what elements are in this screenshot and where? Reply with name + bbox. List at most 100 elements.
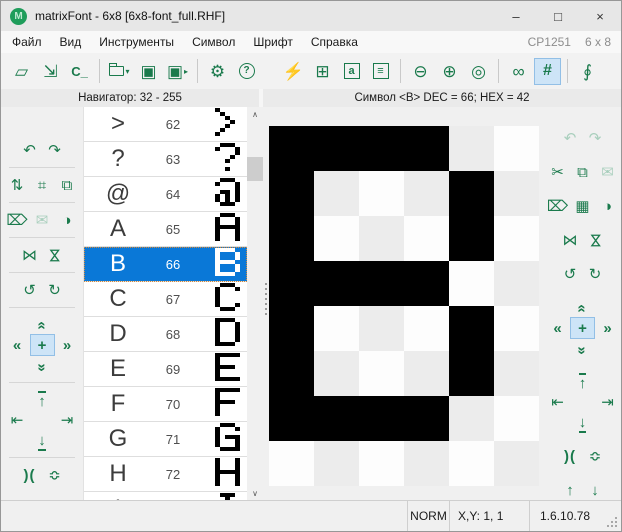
invert-button[interactable]: ◑ — [55, 209, 80, 231]
shift-right-button[interactable]: » — [595, 317, 620, 339]
cut-button[interactable]: ✂ — [545, 161, 570, 183]
pixel-cell[interactable] — [314, 396, 359, 441]
scroll-up-icon[interactable]: ∧ — [247, 107, 263, 121]
align-right-button[interactable]: ⇥ — [55, 409, 80, 431]
pixel-cell[interactable] — [269, 306, 314, 351]
align-bottom-button[interactable]: ↓ — [30, 431, 55, 453]
shift-left-button[interactable]: « — [5, 334, 30, 356]
save-as-button[interactable]: ▣▸ — [164, 58, 191, 85]
pixel-cell[interactable] — [404, 126, 449, 171]
char-list-scrollbar[interactable]: ∧ ∨ — [247, 107, 263, 500]
pixel-cell[interactable] — [269, 351, 314, 396]
shift-right-button[interactable]: » — [55, 334, 80, 356]
char-row-73[interactable]: I73 — [84, 492, 247, 500]
clear-button[interactable]: ⌦ — [545, 195, 570, 217]
import-font-button[interactable]: ⇲ — [37, 58, 64, 85]
char-row-69[interactable]: E69 — [84, 352, 247, 387]
settings-button[interactable]: ⚙ — [204, 58, 231, 85]
shift-up-button[interactable]: « — [570, 297, 595, 319]
char-row-67[interactable]: C67 — [84, 282, 247, 317]
minimize-button[interactable]: – — [495, 1, 537, 31]
scrollbar-thumb[interactable] — [247, 157, 263, 181]
char-map-button[interactable]: ⊞ — [309, 58, 336, 85]
maximize-button[interactable]: □ — [537, 1, 579, 31]
undo-button[interactable]: ↶ — [17, 139, 42, 161]
next-char-button[interactable]: ↓ — [583, 479, 608, 501]
pixel-cell[interactable] — [314, 306, 359, 351]
copy-button[interactable]: ⧉ — [570, 161, 595, 183]
pixel-cell[interactable] — [404, 351, 449, 396]
align-top-button[interactable]: ↑ — [30, 389, 55, 411]
optimize-button[interactable]: ⚡ — [280, 58, 307, 85]
align-left-button[interactable]: ⇤ — [545, 391, 570, 413]
pixel-cell[interactable] — [494, 216, 539, 261]
flip-horizontal-button[interactable]: ⋈ — [17, 244, 42, 266]
flip-horizontal-button[interactable]: ⋈ — [558, 229, 583, 251]
char-row-68[interactable]: D68 — [84, 317, 247, 352]
pixel-cell[interactable] — [314, 171, 359, 216]
pixel-cell[interactable] — [449, 216, 494, 261]
code-view-button[interactable]: a — [338, 58, 365, 85]
pixel-cell[interactable] — [359, 351, 404, 396]
pixel-cell[interactable] — [494, 126, 539, 171]
redo-button[interactable]: ↷ — [42, 139, 67, 161]
move-mode-button[interactable]: + — [30, 334, 55, 356]
attach-button[interactable]: ∮ — [574, 58, 601, 85]
redo-button[interactable]: ↷ — [583, 127, 608, 149]
pixel-cell[interactable] — [404, 261, 449, 306]
menu-item-tools[interactable]: Инструменты — [90, 33, 183, 51]
pixel-cell[interactable] — [314, 126, 359, 171]
paste-button[interactable]: ✉ — [30, 209, 55, 231]
zoom-out-button[interactable]: ⊖ — [407, 58, 434, 85]
menu-item-help[interactable]: Справка — [302, 33, 367, 51]
pixel-cell[interactable] — [269, 261, 314, 306]
rotate-right-button[interactable]: ↻ — [583, 263, 608, 285]
pixel-cell[interactable] — [449, 396, 494, 441]
pixel-cell[interactable] — [449, 441, 494, 486]
zoom-in-button[interactable]: ⊕ — [436, 58, 463, 85]
char-height-button[interactable]: ⇅ — [5, 174, 30, 196]
char-row-72[interactable]: H72 — [84, 457, 247, 492]
new-font-button[interactable]: ▱ — [8, 58, 35, 85]
pixel-cell[interactable] — [314, 216, 359, 261]
char-row-62[interactable]: >62 — [84, 107, 247, 142]
pixel-cell[interactable] — [449, 171, 494, 216]
resize-grip[interactable] — [615, 525, 617, 527]
prev-char-button[interactable]: ↑ — [558, 479, 583, 501]
help-button[interactable]: ? — [233, 58, 260, 85]
align-top-button[interactable]: ↑ — [570, 371, 595, 393]
flip-vertical-button[interactable]: ⋈ — [42, 244, 67, 266]
new-from-system-font-button[interactable]: C_ — [66, 58, 93, 85]
scroll-down-icon[interactable]: ∨ — [247, 486, 263, 500]
pixel-cell[interactable] — [449, 126, 494, 171]
crop-button[interactable]: ⌗ — [30, 174, 55, 196]
pixel-cell[interactable] — [314, 261, 359, 306]
pixel-cell[interactable] — [494, 441, 539, 486]
char-row-70[interactable]: F70 — [84, 387, 247, 422]
invert-button[interactable]: ◑ — [595, 195, 620, 217]
pixel-cell[interactable] — [494, 351, 539, 396]
paste-button[interactable]: ✉ — [595, 161, 620, 183]
pixel-cell[interactable] — [494, 306, 539, 351]
shift-up-button[interactable]: « — [30, 314, 55, 336]
move-mode-button[interactable]: + — [570, 317, 595, 339]
rotate-right-button[interactable]: ↻ — [42, 279, 67, 301]
pixel-cell[interactable] — [269, 171, 314, 216]
char-row-66[interactable]: B66 — [84, 247, 247, 282]
pixel-cell[interactable] — [269, 441, 314, 486]
pixel-cell[interactable] — [404, 306, 449, 351]
close-button[interactable]: × — [579, 1, 621, 31]
char-row-65[interactable]: A65 — [84, 212, 247, 247]
menu-item-symbol[interactable]: Символ — [183, 33, 244, 51]
pixel-cell[interactable] — [269, 396, 314, 441]
rotate-left-button[interactable]: ↺ — [17, 279, 42, 301]
pixel-cell[interactable] — [314, 441, 359, 486]
menu-item-file[interactable]: Файл — [3, 33, 51, 51]
pixel-cell[interactable] — [404, 441, 449, 486]
pixel-cell[interactable] — [494, 396, 539, 441]
align-bottom-button[interactable]: ↓ — [570, 413, 595, 435]
char-row-63[interactable]: ?63 — [84, 142, 247, 177]
center-horizontal-button[interactable]: )( — [17, 464, 42, 486]
align-right-button[interactable]: ⇥ — [595, 391, 620, 413]
pixel-cell[interactable] — [359, 261, 404, 306]
